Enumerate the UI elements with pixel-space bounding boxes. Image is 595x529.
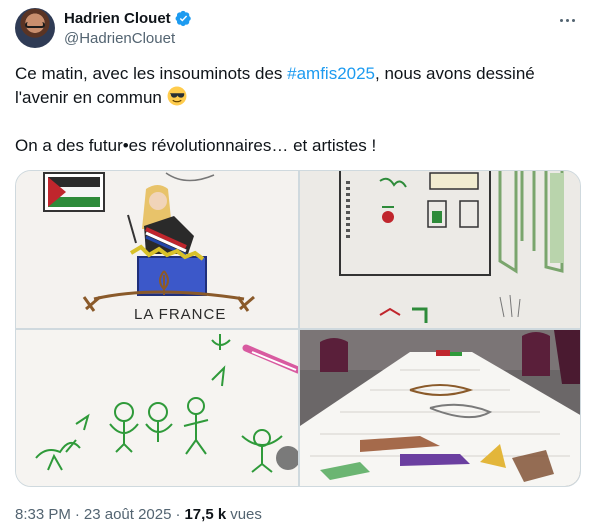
more-dot	[571, 18, 575, 22]
drawing-green-figures-image	[16, 330, 298, 486]
text-segment: Ce matin, avec les insouminots des	[15, 64, 288, 83]
text-segment: , nous avons dessiné	[375, 64, 535, 83]
table-drawings-image	[300, 330, 580, 486]
media-image-3[interactable]	[16, 330, 298, 486]
more-dot	[565, 18, 569, 22]
avatar[interactable]	[15, 8, 55, 48]
hashtag-link[interactable]: #amfis2025	[287, 64, 375, 83]
tweet-date[interactable]: 23 août 2025	[84, 506, 172, 523]
tweet-text: Ce matin, avec les insouminots des #amfi…	[15, 62, 580, 158]
media-image-1[interactable]: LA FRANCE	[16, 171, 298, 328]
media-grid: LA FRANCE	[15, 170, 581, 487]
name-row: Hadrien Clouet	[64, 8, 192, 28]
drawing-plan-image	[300, 171, 580, 328]
avatar-glasses	[25, 22, 45, 28]
author-name[interactable]: Hadrien Clouet	[64, 10, 171, 27]
text-segment: l'avenir en commun	[15, 88, 167, 107]
media-image-2[interactable]	[300, 171, 580, 328]
more-dot	[559, 18, 563, 22]
sunglasses-emoji-icon	[167, 86, 187, 106]
views-count: 17,5 k	[184, 506, 227, 523]
drawing-podium-image: LA FRANCE	[16, 171, 298, 328]
tweet-line-3: On a des futur•es révolutionnaires… et a…	[15, 136, 377, 155]
tweet-line-2: l'avenir en commun	[15, 86, 580, 110]
author-block: Hadrien Clouet @HadrienClouet	[64, 8, 192, 47]
author-handle[interactable]: @HadrienClouet	[64, 30, 192, 47]
tweet-line-1: Ce matin, avec les insouminots des #amfi…	[15, 62, 580, 86]
views-label: vues	[230, 506, 262, 523]
meta-separator: ·	[175, 506, 181, 523]
drawing-caption: LA FRANCE	[134, 306, 226, 323]
media-image-4[interactable]	[300, 330, 580, 486]
tweet-meta: 8:33 PM · 23 août 2025 · 17,5 k vues	[15, 506, 262, 523]
tweet-header: Hadrien Clouet @HadrienClouet	[15, 6, 585, 50]
tweet-time[interactable]: 8:33 PM	[15, 506, 71, 523]
meta-separator: ·	[74, 506, 80, 523]
verified-badge-icon	[175, 10, 191, 26]
more-options-icon[interactable]	[555, 10, 579, 30]
